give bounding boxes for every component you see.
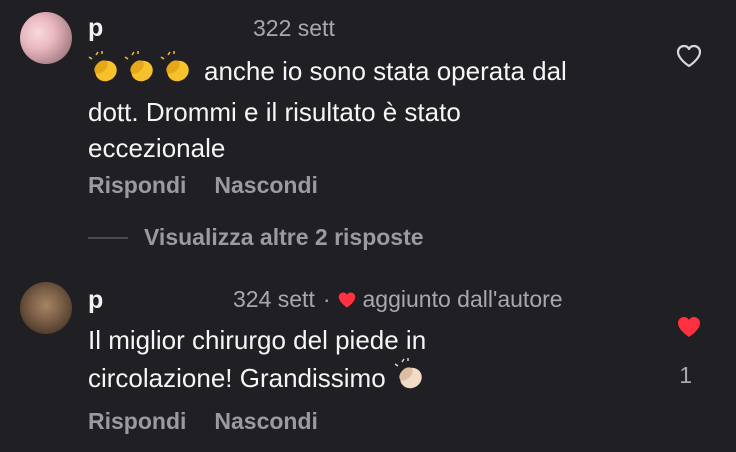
clapping-hands-icon [88,51,122,94]
clapping-hands-icon [160,51,194,94]
separator-dot: · [322,286,331,312]
clapping-hands-icon [124,51,158,94]
author-liked-heart-icon [337,291,357,309]
comment-2: p 324 sett · aggiunto dall'autore Il mig… [0,270,736,452]
view-more-replies-label: Visualizza altre 2 risposte [144,224,424,250]
replies-divider-line [88,236,128,239]
comment-text: Il miglior chirurgo del piede in circola… [88,322,668,401]
comment-meta: 324 sett · aggiunto dall'autore [233,286,563,313]
avatar[interactable] [20,282,72,334]
comment-text-line-2: circolazione! Grandissimo [88,363,386,393]
comment-timestamp: 322 sett [253,15,335,41]
comment-text: anche io sono stata operata dal dott. Dr… [88,51,668,166]
reply-button[interactable]: Rispondi [88,172,186,199]
hide-button[interactable]: Nascondi [214,408,318,435]
username[interactable]: p [88,286,103,315]
heart-filled-icon [676,317,702,343]
comment-text-line-1: anche io sono stata operata dal [204,56,567,86]
reply-button[interactable]: Rispondi [88,408,186,435]
avatar[interactable] [20,12,72,64]
view-more-replies-button[interactable]: Visualizza altre 2 risposte [88,224,424,251]
comment-actions: Rispondi Nascondi [88,172,318,199]
like-button[interactable] [676,44,702,73]
like-button[interactable] [676,315,702,344]
heart-outline-icon [676,44,702,72]
author-tag: aggiunto dall'autore [362,286,563,312]
clapping-hands-light-skin-icon [393,358,427,401]
comment-timestamp: 324 sett [233,286,315,312]
comment-text-line-3: eccezionale [88,133,226,163]
comment-actions: Rispondi Nascondi [88,408,318,435]
comment-text-line-2: dott. Drommi e il risultato è stato [88,97,461,127]
hide-button[interactable]: Nascondi [214,172,318,199]
username[interactable]: p [88,14,103,43]
comment-text-line-1: Il miglior chirurgo del piede in [88,325,427,355]
like-count: 1 [679,362,692,388]
comment-1: p 322 sett anche io sono stata operata d… [0,0,736,210]
